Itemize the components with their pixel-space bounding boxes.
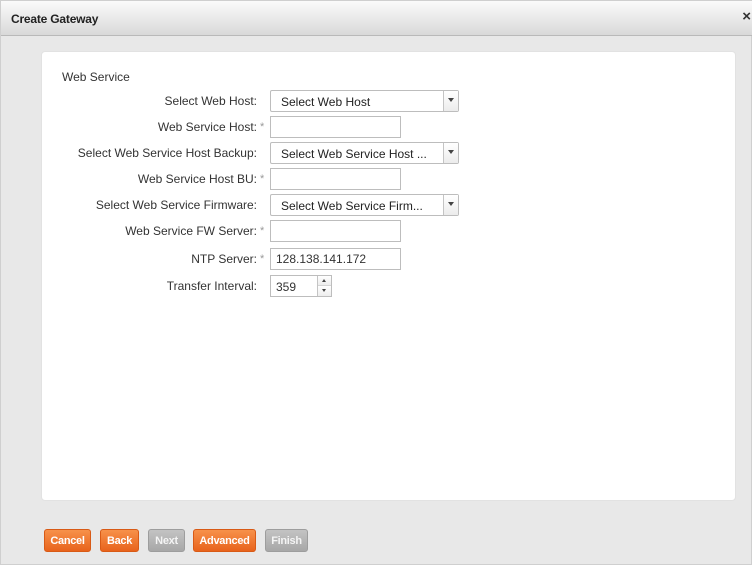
stepper-down-icon[interactable] [318,286,331,296]
row-transfer-interval: Transfer Interval: 359 [42,275,737,297]
section-title-web-service: Web Service [62,70,130,84]
cancel-button[interactable]: Cancel [44,529,91,552]
required-asterisk: * [260,121,265,133]
label-transfer-interval: Transfer Interval: [166,279,257,293]
close-icon[interactable]: × [742,9,751,24]
stepper-buttons [317,276,331,296]
ntp-server-input[interactable] [270,248,401,270]
label-web-service-host-bu: Web Service Host BU: [137,172,257,186]
dialog-title: Create Gateway [11,12,99,26]
fw-server-input[interactable] [270,220,401,242]
select-web-host-value: Select Web Host [281,95,371,109]
select-firmware-dropdown[interactable]: Select Web Service Firm... [270,194,459,216]
row-web-service-host-bu: Web Service Host BU: * [42,168,737,190]
row-ntp-server: NTP Server: * [42,248,737,270]
row-select-web-host: Select Web Host: Select Web Host [42,90,737,112]
select-host-backup-value: Select Web Service Host ... [281,147,427,161]
chevron-down-icon[interactable] [443,195,458,215]
dialog-titlebar: Create Gateway × [1,1,752,36]
label-web-service-host: Web Service Host: [157,120,257,134]
web-service-host-input[interactable] [270,116,401,138]
label-ntp-server: NTP Server: [191,252,257,266]
finish-button[interactable]: Finish [265,529,308,552]
select-web-host-dropdown[interactable]: Select Web Host [270,90,459,112]
row-web-service-host: Web Service Host: * [42,116,737,138]
select-firmware-value: Select Web Service Firm... [281,199,423,213]
create-gateway-dialog: Create Gateway × Web Service Select Web … [0,0,752,565]
transfer-interval-stepper[interactable]: 359 [270,275,332,297]
back-button[interactable]: Back [100,529,139,552]
label-select-host-backup: Select Web Service Host Backup: [77,146,257,160]
dialog-content-panel: Web Service Select Web Host: Select Web … [41,51,736,501]
chevron-down-icon[interactable] [443,143,458,163]
next-button[interactable]: Next [148,529,185,552]
row-select-host-backup: Select Web Service Host Backup: Select W… [42,142,737,164]
row-select-firmware: Select Web Service Firmware: Select Web … [42,194,737,216]
chevron-down-icon[interactable] [443,91,458,111]
label-select-web-host: Select Web Host: [164,94,257,108]
required-asterisk: * [260,225,265,237]
select-host-backup-dropdown[interactable]: Select Web Service Host ... [270,142,459,164]
required-asterisk: * [260,173,265,185]
transfer-interval-value[interactable]: 359 [276,280,296,294]
label-select-firmware: Select Web Service Firmware: [95,198,257,212]
advanced-button[interactable]: Advanced [193,529,256,552]
required-asterisk: * [260,253,265,265]
row-fw-server: Web Service FW Server: * [42,220,737,242]
stepper-up-icon[interactable] [318,276,331,286]
web-service-host-bu-input[interactable] [270,168,401,190]
label-fw-server: Web Service FW Server: [125,224,257,238]
